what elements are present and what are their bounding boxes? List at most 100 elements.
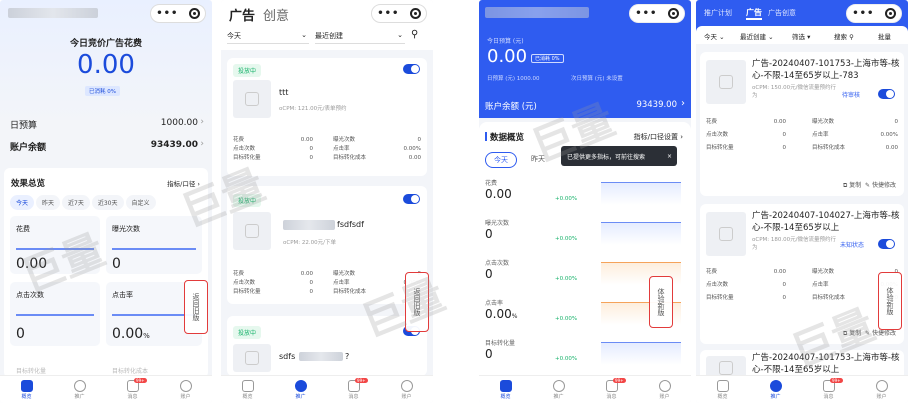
daily-budget-value[interactable]: 1000.00 <box>161 118 198 128</box>
copy-button[interactable]: ⧉ 复制 <box>843 182 861 189</box>
range-today[interactable]: 今天 <box>10 195 35 210</box>
daily-budget[interactable]: 日预算 (元) 1000.00 <box>487 74 540 82</box>
spend-value: 0.00 <box>487 46 528 67</box>
quick-edit-button[interactable]: ✎ 快捷修改 <box>865 182 896 189</box>
close-miniapp-icon[interactable] <box>409 8 421 19</box>
filter-button[interactable]: 筛选 ▾ <box>792 31 810 41</box>
ad-toggle[interactable] <box>878 89 895 99</box>
tomorrow-budget[interactable]: 次日预算 (元) 未设置 <box>571 74 623 82</box>
chevron-right-icon: › <box>200 117 204 127</box>
try-new-version-tab[interactable]: 体验新版 <box>649 276 673 328</box>
phone-overview-new: ••• 今日预算 (元) 0.00 已消耗 0% 日预算 (元) 1000.00… <box>479 0 691 403</box>
nav-promote[interactable]: 推广 <box>532 376 585 403</box>
bottom-nav: 概览 推广 99+ 消息 账户 <box>221 375 433 403</box>
ad-toggle[interactable] <box>403 64 420 74</box>
tab-ad[interactable]: 广告 <box>746 7 762 20</box>
tab-idea[interactable]: 创意 <box>263 5 289 24</box>
back-to-old-version-tab[interactable]: 返回旧版 <box>184 280 208 334</box>
more-icon[interactable]: ••• <box>635 8 657 19</box>
nav-overview[interactable]: 概览 <box>221 376 274 403</box>
close-miniapp-icon[interactable] <box>884 8 896 19</box>
nav-overview[interactable]: 概览 <box>696 376 749 403</box>
more-icon[interactable]: ••• <box>377 8 399 19</box>
ad-name-tail: ? <box>345 352 350 361</box>
metric-row[interactable]: 花费 0.00 +0.00% <box>485 178 685 205</box>
range-7days[interactable]: 近7天 <box>62 195 90 210</box>
ad-card[interactable]: 广告-20240407-101753-上海市等-核心-不限-14至65岁以上-7… <box>700 52 904 196</box>
search-icon[interactable]: ⚲ <box>411 29 418 40</box>
spark-area <box>601 343 681 365</box>
ad-stats: 花费0.00曝光次数0 点击次数0点击率0.00% 目标转化量0目标转化成本0.… <box>233 271 421 295</box>
nav-overview[interactable]: 概览 <box>479 376 532 403</box>
nav-account[interactable]: 账户 <box>380 376 433 403</box>
nav-message[interactable]: 99+ 消息 <box>327 376 380 403</box>
metric-tile-clicks[interactable]: 点击次数 0 <box>10 282 100 346</box>
user-icon <box>179 379 192 392</box>
range-yesterday[interactable]: 昨天 <box>531 154 545 164</box>
message-icon: 99+ <box>822 377 843 392</box>
image-icon <box>719 227 733 241</box>
metric-row[interactable]: 目标转化量 0 +0.00% <box>485 338 685 365</box>
metric-settings-link[interactable]: 指标/口径设置 › <box>634 132 683 142</box>
metric-value: 0.00 <box>112 326 144 342</box>
nav-account[interactable]: 账户 <box>638 376 691 403</box>
range-custom[interactable]: 自定义 <box>125 195 156 210</box>
quick-edit-button[interactable]: ✎ 快捷修改 <box>865 330 896 337</box>
batch-button[interactable]: 批量 <box>878 31 891 41</box>
tab-plan[interactable]: 推广计划 <box>704 8 732 18</box>
summary-title: 效果总览 <box>11 179 46 189</box>
range-today[interactable]: 今天 <box>485 152 517 168</box>
nav-message[interactable]: 99+ 消息 <box>802 376 855 403</box>
more-icon[interactable]: ••• <box>852 8 874 19</box>
miniapp-capsule[interactable]: ••• <box>150 4 206 23</box>
balance-value[interactable]: 93439.00 <box>151 140 198 150</box>
ad-card[interactable]: 投放中 ttt oCPM: 121.00元/表单预约 花费 0.00 曝光次数 0 点… <box>227 58 427 176</box>
ad-toggle[interactable] <box>878 239 895 249</box>
try-new-version-tab[interactable]: 体验新版 <box>878 272 902 330</box>
close-icon[interactable]: × <box>667 153 672 160</box>
consumed-badge: 已消耗 0% <box>85 86 120 96</box>
nav-message[interactable]: 99+ 消息 <box>585 376 638 403</box>
range-30days[interactable]: 近30天 <box>91 195 124 210</box>
tab-creative[interactable]: 广告创意 <box>768 8 796 18</box>
grid-icon <box>294 379 307 392</box>
metric-tile-impressions[interactable]: 曝光次数 0 <box>106 216 202 274</box>
back-to-old-version-tab[interactable]: 返回旧版 <box>405 272 429 332</box>
ad-thumbnail <box>706 212 746 256</box>
more-icon[interactable]: ••• <box>156 8 178 19</box>
nav-promote[interactable]: 推广 <box>749 376 802 403</box>
tooltip: 已提供更多指标，可前往搜索 × <box>561 146 677 166</box>
ad-card[interactable]: 投放中 fsdfsdf oCPM: 22.00元/下单 花费0.00曝光次数0 … <box>227 186 427 304</box>
ad-thumbnail <box>233 212 271 250</box>
nav-promote[interactable]: 推广 <box>53 376 106 403</box>
miniapp-capsule[interactable]: ••• <box>371 4 427 23</box>
nav-account[interactable]: 账户 <box>855 376 908 403</box>
miniapp-capsule[interactable]: ••• <box>629 4 685 23</box>
miniapp-capsule[interactable]: ••• <box>846 4 902 23</box>
balance-value[interactable]: 93439.00 <box>636 100 677 110</box>
ad-card[interactable]: 投放中 sdfs ? <box>227 316 427 376</box>
metric-row[interactable]: 曝光次数 0 +0.00% <box>485 218 685 245</box>
search-button[interactable]: 搜索 ⚲ <box>834 31 854 41</box>
date-filter[interactable]: 今天 ⌄ <box>227 31 309 44</box>
metric-label: 点击率 <box>112 291 133 299</box>
date-filter[interactable]: 今天 ⌄ <box>704 31 725 41</box>
nav-promote[interactable]: 推广 <box>274 376 327 403</box>
metric-tile-spend[interactable]: 花费 0.00 <box>10 216 100 274</box>
nav-message[interactable]: 99+ 消息 <box>106 376 159 403</box>
ad-card[interactable]: 广告-20240407-104027-上海市等-核心-不限-14至65岁以上 o… <box>700 204 904 344</box>
close-miniapp-icon[interactable] <box>667 8 679 19</box>
sort-filter[interactable]: 最近创建 ⌄ <box>740 31 774 41</box>
close-miniapp-icon[interactable] <box>188 8 200 19</box>
ad-bid: oCPM: 150.00元/微信流量预约行为 <box>752 85 836 99</box>
ad-toggle[interactable] <box>403 194 420 204</box>
metric-caliber-link[interactable]: 指标/口径 › <box>167 178 200 188</box>
tab-ad[interactable]: 广告 <box>229 5 255 24</box>
sort-filter[interactable]: 最近创建 ⌄ <box>315 31 405 44</box>
nav-overview[interactable]: 概览 <box>0 376 53 403</box>
metric-change: +0.00% <box>555 236 578 242</box>
range-yesterday[interactable]: 昨天 <box>36 195 61 210</box>
copy-button[interactable]: ⧉ 复制 <box>843 330 861 337</box>
message-icon: 99+ <box>347 377 368 392</box>
nav-account[interactable]: 账户 <box>159 376 212 403</box>
